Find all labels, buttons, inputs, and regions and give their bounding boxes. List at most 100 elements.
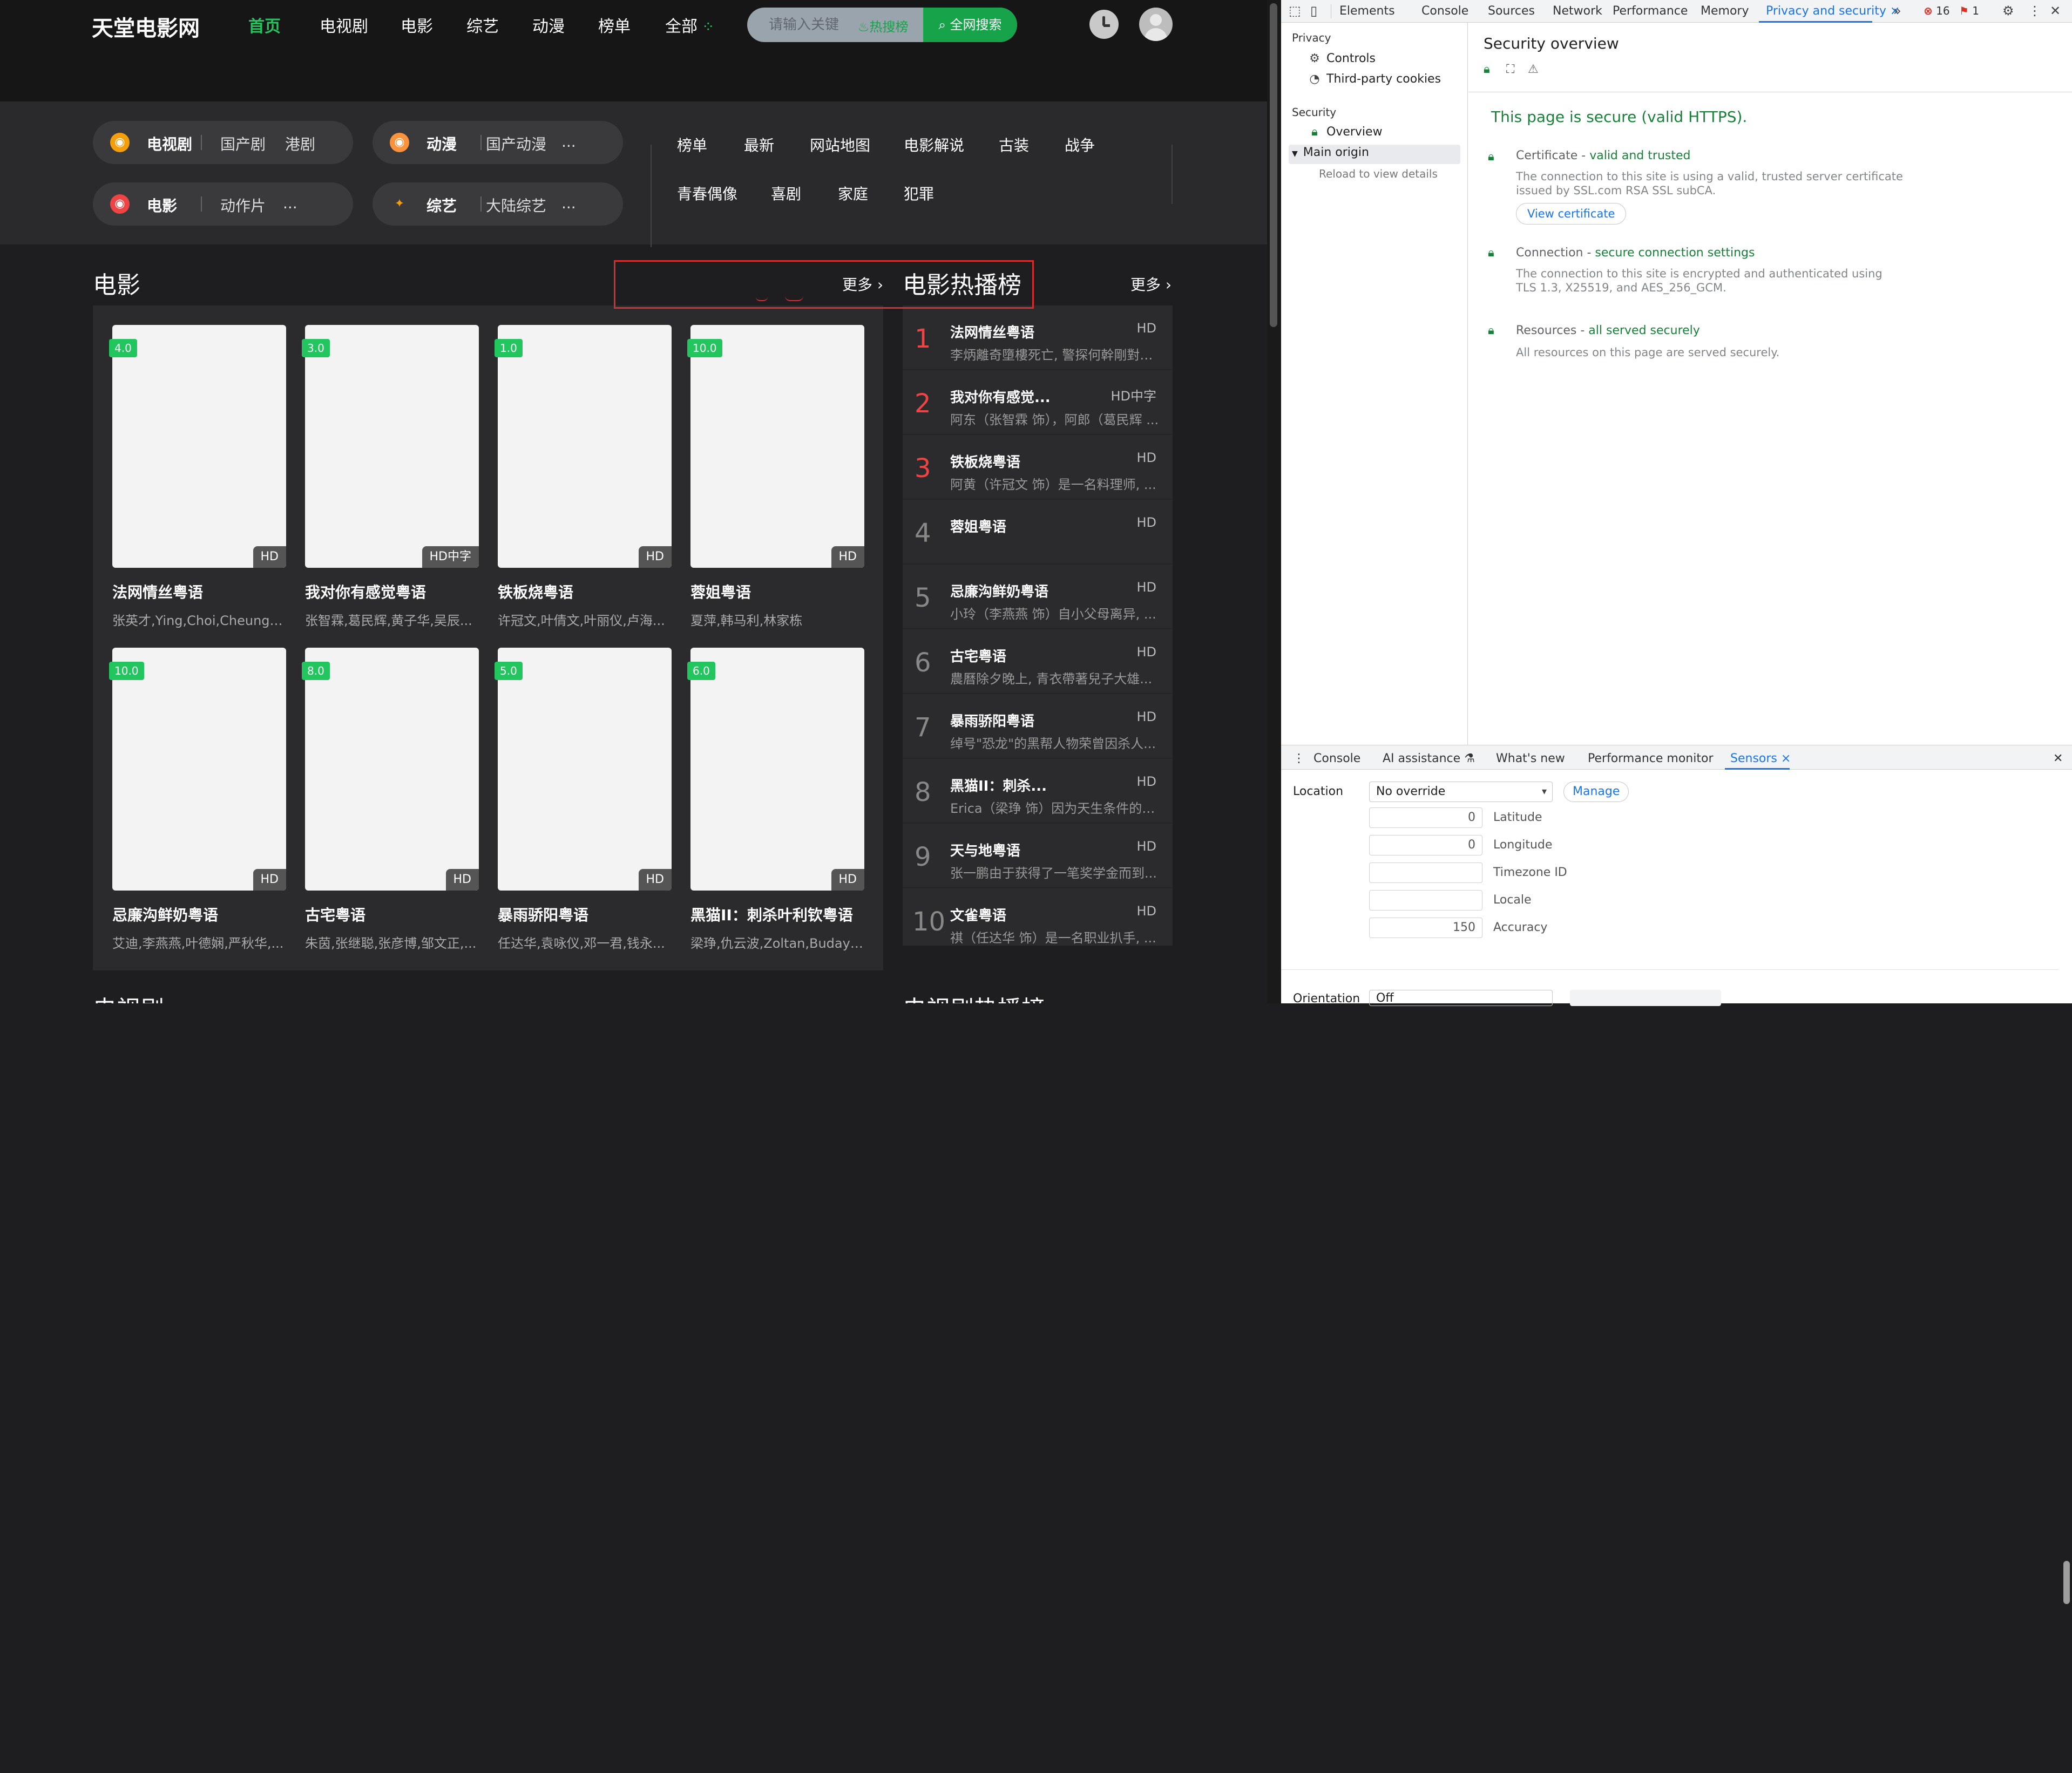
sidebar-item-main-origin[interactable]: ▼ Main origin [1292, 146, 1369, 159]
drawer-tab-ai[interactable]: AI assistance ⚗ [1383, 752, 1475, 765]
info-icon[interactable]: ⛶ [1506, 63, 1514, 76]
gear-icon[interactable]: ⚙ [2002, 3, 2014, 18]
movie-poster[interactable]: 5.0 HD [495, 648, 672, 891]
hot-title[interactable]: 暴雨骄阳粤语 [950, 710, 1034, 730]
page-scrollbar[interactable] [1267, 0, 1281, 1003]
hot-title[interactable]: 文雀粤语 [950, 905, 1006, 925]
location-select[interactable]: No override [1369, 782, 1553, 802]
tab-privacy-security[interactable]: Privacy and security × [1766, 4, 1900, 18]
sensors-scrollbar[interactable] [2061, 1539, 2072, 1773]
drawer-tab-whatsnew[interactable]: What's new [1496, 752, 1565, 765]
movie-poster[interactable]: 10.0 HD [687, 325, 864, 568]
sidebar-item-controls[interactable]: ⚙ Controls [1308, 52, 1376, 65]
category-sub[interactable]: ... [561, 133, 576, 151]
nav-all[interactable]: 全部 ⁘ [665, 13, 714, 37]
movie-poster[interactable]: 8.0 HD [302, 648, 479, 891]
tag[interactable]: 犯罪 [904, 182, 934, 204]
tag[interactable]: 古装 [999, 134, 1029, 155]
movie-title[interactable]: 古宅粤语 [305, 904, 365, 925]
warning-triangle-icon[interactable]: ⚠ [1528, 63, 1539, 76]
orientation-select[interactable]: Off [1369, 990, 1553, 1006]
drawer-tab-console[interactable]: Console [1313, 752, 1360, 765]
tag[interactable]: 家庭 [838, 182, 868, 204]
hot-title[interactable]: 法网情丝粤语 [950, 322, 1034, 342]
accuracy-input[interactable]: 150 [1369, 918, 1482, 938]
hot-item[interactable]: 3 铁板烧粤语 HD 阿黄（许冠文 饰）是一名料理师, ... [903, 435, 1173, 500]
lock-icon[interactable]: 🔒︎ [1484, 63, 1490, 76]
tag[interactable]: 网站地图 [810, 134, 870, 155]
inspect-element-icon[interactable]: ⬚ [1289, 3, 1301, 18]
hot-title[interactable]: 天与地粤语 [950, 840, 1020, 860]
nav-tv[interactable]: 电视剧 [320, 13, 368, 37]
movie-title[interactable]: 忌廉沟鲜奶粤语 [112, 904, 218, 925]
hot-item[interactable]: 8 黑猫II：刺杀... HD Erica（梁琤 饰）因为天生条件的天... [903, 759, 1173, 824]
tab-performance[interactable]: Performance [1613, 4, 1688, 18]
category-sub[interactable]: 动作片 [220, 194, 266, 216]
manage-button[interactable]: Manage [1563, 782, 1629, 802]
category-anime[interactable]: ◉ 动漫 国产动漫 ... [373, 121, 623, 164]
view-certificate-button[interactable]: View certificate [1516, 203, 1627, 225]
tag[interactable]: 榜单 [677, 134, 707, 155]
latitude-input[interactable]: 0 [1369, 807, 1482, 828]
hot-title[interactable]: 铁板烧粤语 [950, 451, 1020, 471]
movie-title[interactable]: 我对你有感觉粤语 [305, 581, 426, 602]
hot-title[interactable]: 我对你有感觉... [950, 386, 1051, 406]
movie-title[interactable]: 铁板烧粤语 [498, 581, 573, 602]
category-movie[interactable]: ◉ 电影 动作片 ... [93, 182, 353, 226]
device-toolbar-icon[interactable]: ▯ [1310, 3, 1317, 18]
category-sub[interactable]: 国产动漫 [486, 133, 546, 154]
hot-title[interactable]: 黑猫II：刺杀... [950, 775, 1047, 795]
category-sub[interactable]: 大陆综艺 [486, 194, 546, 216]
tag[interactable]: 电影解说 [904, 134, 964, 155]
drawer-menu-icon[interactable]: ⋮ [1293, 752, 1305, 765]
nav-ranking[interactable]: 榜单 [598, 13, 631, 37]
movie-title[interactable]: 暴雨骄阳粤语 [498, 904, 588, 925]
hot-more-link[interactable]: 更多 › [1130, 273, 1172, 295]
hot-title[interactable]: 蓉姐粤语 [950, 516, 1006, 536]
kebab-menu-icon[interactable]: ⋮ [2028, 3, 2041, 18]
movie-poster[interactable]: 6.0 HD [687, 648, 864, 891]
search-button[interactable]: ⌕ 全网搜索 [923, 8, 1017, 42]
scrollbar-thumb[interactable] [2063, 1561, 2070, 1604]
hot-title[interactable]: 古宅粤语 [950, 646, 1006, 665]
tag[interactable]: 青春偶像 [677, 182, 737, 204]
hot-item[interactable]: 9 天与地粤语 HD 张一鹏由于获得了一笔奖学金而到... [903, 824, 1173, 888]
history-clock-icon[interactable] [1089, 10, 1119, 39]
movie-poster[interactable]: 4.0 HD [109, 325, 286, 568]
category-variety[interactable]: ✦ 综艺 大陆综艺 ... [373, 182, 623, 226]
warning-badge[interactable]: ⚑ 1 [1959, 4, 1979, 17]
tab-sources[interactable]: Sources [1488, 4, 1535, 18]
drawer-tab-perfmon[interactable]: Performance monitor [1588, 752, 1713, 765]
nav-home[interactable]: 首页 [248, 13, 281, 37]
hot-item[interactable]: 4 蓉姐粤语 HD [903, 500, 1173, 565]
movie-poster[interactable]: 10.0 HD [109, 648, 286, 891]
tab-elements[interactable]: Elements [1339, 4, 1395, 18]
site-logo[interactable]: 天堂电影网 [92, 11, 200, 42]
movie-title[interactable]: 黑猫II：刺杀叶利钦粤语 [690, 904, 853, 925]
category-tv[interactable]: ◉ 电视剧 国产剧 港剧 [93, 121, 353, 164]
category-sub[interactable]: 国产剧 [220, 133, 266, 154]
tag[interactable]: 最新 [744, 134, 774, 155]
movie-title[interactable]: 蓉姐粤语 [690, 581, 751, 602]
category-sub[interactable]: ... [283, 194, 297, 212]
close-icon[interactable]: ✕ [2050, 3, 2061, 18]
longitude-input[interactable]: 0 [1369, 835, 1482, 855]
nav-variety[interactable]: 综艺 [466, 13, 499, 37]
drawer-tab-sensors[interactable]: Sensors × [1730, 752, 1791, 765]
category-sub[interactable]: 港剧 [285, 133, 315, 154]
user-avatar[interactable] [1139, 8, 1173, 41]
hot-search-link[interactable]: ♨热搜榜 [858, 16, 909, 35]
hot-item[interactable]: 10 文雀粤语 HD 祺（任达华 饰）是一名职业扒手, ... [903, 888, 1173, 953]
search-input[interactable] [769, 8, 866, 42]
sidebar-item-overview[interactable]: 🔒︎ Overview [1308, 125, 1382, 139]
close-tab-icon[interactable]: × [1781, 752, 1791, 765]
movie-poster[interactable]: 3.0 HD中字 [302, 325, 479, 568]
locale-input[interactable] [1369, 890, 1482, 911]
error-badge[interactable]: ⊗ 16 [1924, 4, 1950, 17]
hot-item[interactable]: 1 法网情丝粤语 HD 李炳離奇墮樓死亡, 警探何幹剛對婚昔... [903, 305, 1173, 370]
movie-poster[interactable]: 1.0 HD [495, 325, 672, 568]
hot-item[interactable]: 5 忌廉沟鲜奶粤语 HD 小玲（李燕燕 饰）自小父母离异, ... [903, 565, 1173, 629]
hot-item[interactable]: 7 暴雨骄阳粤语 HD 绰号"恐龙"的黑帮人物荣曾因杀人... [903, 694, 1173, 759]
hot-item[interactable]: 2 我对你有感觉... HD中字 阿东（张智霖 饰），阿郎（葛民辉 ... [903, 370, 1173, 435]
tab-memory[interactable]: Memory [1701, 4, 1749, 18]
